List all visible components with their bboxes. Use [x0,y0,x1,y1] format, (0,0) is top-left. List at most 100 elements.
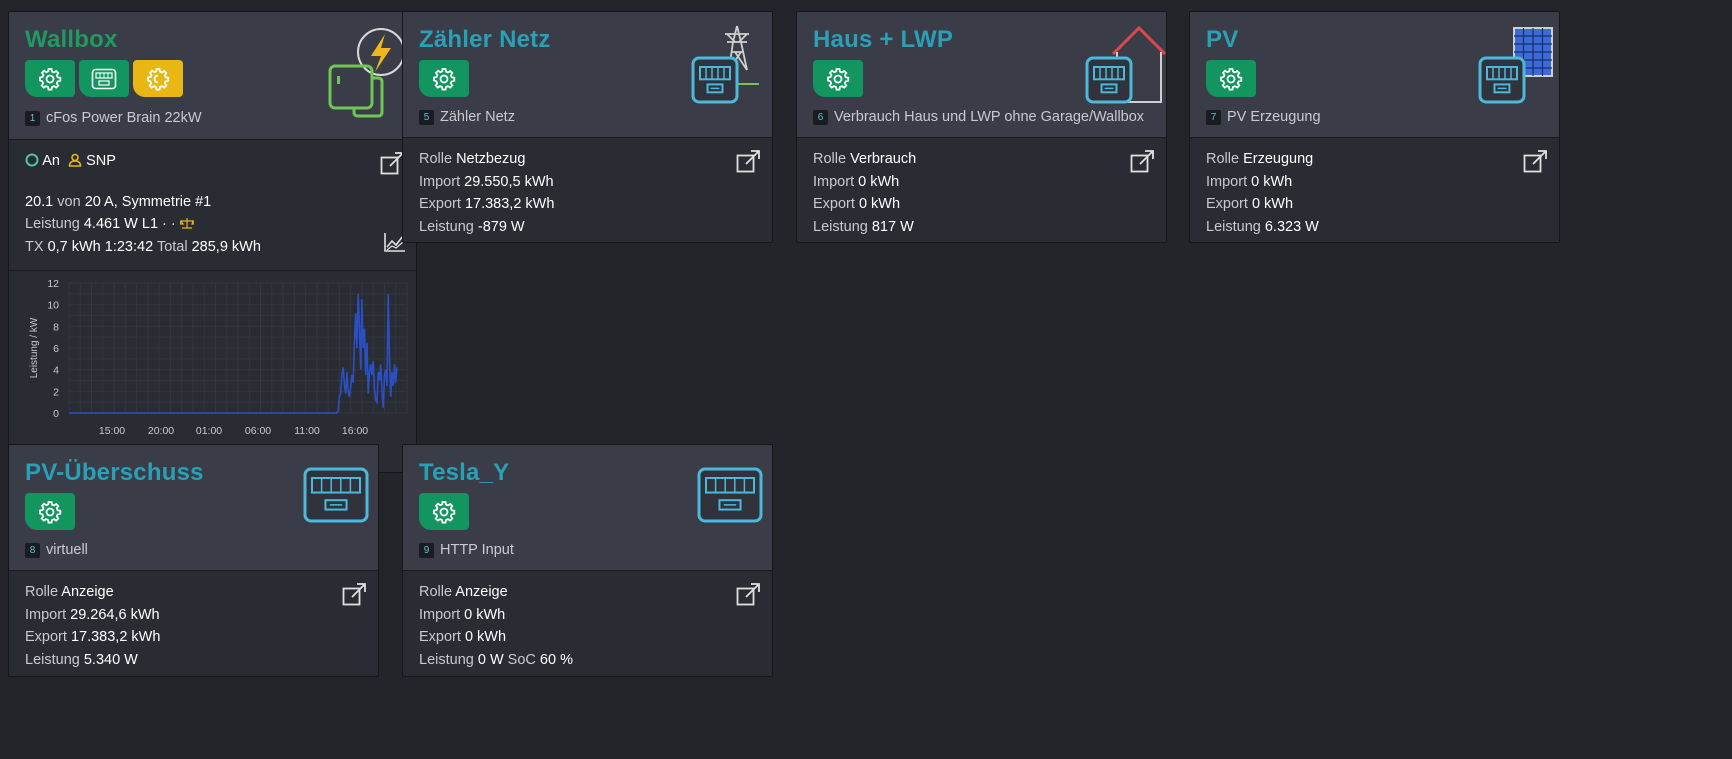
popout-icon[interactable] [736,581,762,607]
export-row: Export 0 kWh [419,626,756,649]
strom-row: Strom 9,2 9,2 9,2 A [1206,238,1543,242]
leistung: 5.340 W [83,651,138,668]
popout-icon[interactable] [342,581,368,607]
cfos-button[interactable] [133,60,183,97]
device-id: 7 [1206,109,1221,125]
export-label: Export [419,196,461,212]
strom: 8 8,6 7,4 A [68,674,137,676]
card-title: Zähler Netz [419,26,551,53]
popout-icon[interactable] [1523,148,1549,174]
settings-button[interactable] [1206,60,1256,97]
series-line [69,293,398,414]
import-label: Import [813,173,855,190]
soc: 60 % [539,651,573,668]
leistung-row: Leistung 5.340 W [25,649,362,672]
power-chart: 0 2 4 6 8 10 12 15:00 20:00 01:00 06:00 11:00 16:00 L… [9,270,416,472]
device-id: 1 [25,110,40,126]
export-row: Export 0 kWh [1206,193,1543,216]
leistung-row: Leistung 6.323 W [1206,216,1543,239]
status-row: An SNP [25,150,400,173]
leistung: -879 W [477,218,525,235]
y-tick-label: 4 [53,365,59,377]
card-pv: PV 7 PV Erzeugung Rolle Erzeugung Import … [1189,11,1560,243]
export: 0 kWh [1251,196,1294,212]
power-pylon-icon [691,25,759,104]
card-header: Tesla_Y 9 HTTP Input [403,445,772,571]
current-value: 20 A, Symmetrie #1 [84,193,212,210]
rolle-row: Rolle Netzbezug [419,148,756,171]
x-tick-label: 01:00 [196,425,222,437]
rolle: Anzeige [61,584,114,600]
strom-row: Strom 12,1 -8,6 -7,4 A [419,238,756,242]
import-label: Import [419,606,461,623]
card-body: Rolle Netzbezug Import 29.550,5 kWh Expo… [403,138,772,242]
card-title: Wallbox [25,26,118,53]
leistung-row: Leistung 0 W SoC 60 % [419,649,756,672]
device-line: 7 PV Erzeugung [1206,109,1321,125]
import-row: Import 0 kWh [1206,171,1543,194]
card-tesla-y: Tesla_Y 9 HTTP Input Rolle Anzeige Import… [402,444,773,677]
device-id: 8 [25,542,40,558]
card-title: Haus + LWP [813,26,954,53]
import-label: Import [1206,173,1248,190]
tx-value: 0,7 kWh 1:23:42 [47,238,154,255]
x-tick-label: 11:00 [294,425,320,437]
current-row: 20.1 von 20 A, Symmetrie #1 [25,191,400,214]
popout-icon[interactable] [736,148,762,174]
rolle: Erzeugung [1243,151,1314,167]
export-label: Export [25,629,67,645]
x-tick-label: 16:00 [342,425,368,437]
popout-icon[interactable] [1130,148,1156,174]
strom: 0 0 0 A [462,674,507,676]
device-name: Zähler Netz [440,109,515,125]
card-title: PV [1206,26,1239,53]
solar-panel-icon [1478,27,1553,104]
balance-icon [178,218,196,229]
tx-label: TX [25,238,44,255]
settings-button[interactable] [25,60,75,97]
import-row: Import 0 kWh [419,604,756,627]
card-title: Tesla_Y [419,459,510,486]
device-id: 9 [419,542,434,558]
card-title: PV-Überschuss [25,459,204,486]
settings-button[interactable] [25,493,75,530]
settings-button[interactable] [419,493,469,530]
rolle-label: Rolle [1206,151,1240,167]
settings-button[interactable] [813,60,863,97]
gear-icon [39,500,62,523]
import: 0 kWh [858,173,900,190]
import: 0 kWh [1251,173,1293,190]
strom: 1,2 0,6 1,8 A [856,241,937,242]
import: 29.550,5 kWh [464,173,554,190]
card-body: Rolle Erzeugung Import 0 kWh Export 0 kW… [1190,138,1559,242]
x-tick-label: 15:00 [99,425,125,437]
strom-label: Strom [419,674,458,676]
export-row: Export 17.383,2 kWh [419,193,756,216]
soc-label: SoC [507,651,536,668]
device-line: 5 Zähler Netz [419,109,515,125]
import-row: Import 29.550,5 kWh [419,171,756,194]
y-tick-label: 2 [53,386,59,398]
meter-icon [697,467,763,523]
wallbox-charger-icon [328,28,405,118]
total-label: Total [156,238,188,255]
device-name: HTTP Input [440,542,514,558]
settings-button[interactable] [419,60,469,97]
meter-button[interactable] [79,60,129,97]
card-body: Rolle Anzeige Import 29.264,6 kWh Export… [9,571,378,676]
leistung-label: Leistung [25,216,80,232]
leistung-label: Leistung [1206,218,1261,235]
card-header: PV 7 PV Erzeugung [1190,12,1559,138]
export-label: Export [813,196,855,212]
rolle-row: Rolle Anzeige [419,581,756,604]
export-row: Export 0 kWh [813,193,1150,216]
y-tick-label: 10 [47,300,59,312]
card-header: Haus + LWP 6 Verbrauch Haus und LWP ohne … [797,12,1166,138]
rolle-row: Rolle Anzeige [25,581,362,604]
export-row: Export 17.383,2 kWh [25,626,362,649]
strom-label: Strom [419,241,458,242]
meter-icon [303,467,369,523]
rolle: Verbrauch [850,151,917,167]
gear-icon [1220,67,1243,90]
rolle-label: Rolle [419,584,453,600]
